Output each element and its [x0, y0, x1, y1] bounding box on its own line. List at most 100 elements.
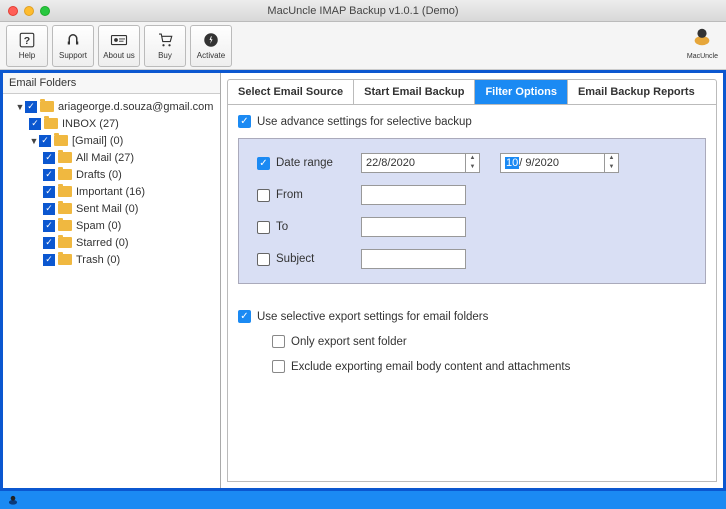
tree-gmail[interactable]: ▼ [Gmail] (0): [5, 132, 218, 149]
folder-icon: [58, 169, 72, 180]
support-icon: [64, 31, 82, 49]
exclude-label: Exclude exporting email body content and…: [291, 361, 570, 373]
sidebar-header: Email Folders: [3, 73, 220, 94]
tab-email-source[interactable]: Select Email Source: [228, 80, 354, 104]
about-button[interactable]: About us: [98, 25, 140, 67]
checkbox[interactable]: [25, 101, 37, 113]
folder-icon: [58, 186, 72, 197]
subject-row: Subject: [257, 249, 687, 269]
tree-inbox[interactable]: INBOX (27): [5, 115, 218, 132]
tab-start-backup[interactable]: Start Email Backup: [354, 80, 475, 104]
to-input[interactable]: [361, 217, 466, 237]
brand-label: MacUncle: [687, 53, 718, 60]
to-checkbox[interactable]: [257, 221, 270, 234]
tree-trash[interactable]: Trash (0): [5, 251, 218, 268]
to-label: To: [276, 221, 361, 233]
from-row: From: [257, 185, 687, 205]
checkbox[interactable]: [43, 254, 55, 266]
checkbox[interactable]: [43, 169, 55, 181]
activate-label: Activate: [197, 51, 225, 60]
window-title: MacUncle IMAP Backup v1.0.1 (Demo): [0, 5, 726, 17]
svg-text:?: ?: [24, 35, 30, 47]
support-button[interactable]: Support: [52, 25, 94, 67]
folder-icon: [58, 220, 72, 231]
checkbox[interactable]: [43, 152, 55, 164]
bottom-bar: [0, 491, 726, 509]
selective-export-section: Use selective export settings for email …: [238, 310, 706, 373]
selective-export-row: Use selective export settings for email …: [238, 310, 706, 323]
tab-filter-options[interactable]: Filter Options: [475, 80, 568, 104]
help-label: Help: [19, 51, 35, 60]
folder-label: Sent Mail (0): [76, 203, 138, 215]
brand-logo: MacUncle: [687, 26, 718, 60]
subject-checkbox[interactable]: [257, 253, 270, 266]
about-icon: [110, 31, 128, 49]
folder-icon: [40, 101, 54, 112]
subject-input[interactable]: [361, 249, 466, 269]
sidebar: Email Folders ▼ ariageorge.d.souza@gmail…: [3, 73, 221, 488]
selective-export-checkbox[interactable]: [238, 310, 251, 323]
only-sent-label: Only export sent folder: [291, 336, 407, 348]
help-icon: ?: [18, 31, 36, 49]
main-panel: Select Email Source Start Email Backup F…: [221, 73, 723, 488]
folder-icon: [58, 152, 72, 163]
date-to-spinner[interactable]: ▲▼: [605, 153, 619, 173]
titlebar: MacUncle IMAP Backup v1.0.1 (Demo): [0, 0, 726, 22]
caret-icon[interactable]: ▼: [29, 136, 39, 146]
activate-icon: [202, 31, 220, 49]
date-range-checkbox[interactable]: [257, 157, 270, 170]
bottom-logo-icon: [6, 493, 20, 507]
cart-icon: [156, 31, 174, 49]
subject-label: Subject: [276, 253, 361, 265]
folder-icon: [58, 203, 72, 214]
main-frame: Email Folders ▼ ariageorge.d.souza@gmail…: [0, 70, 726, 491]
folder-icon: [58, 254, 72, 265]
support-label: Support: [59, 51, 87, 60]
date-to-input[interactable]: 10/ 9/2020: [500, 153, 605, 173]
folder-tree: ▼ ariageorge.d.souza@gmail.com INBOX (27…: [3, 94, 220, 488]
tree-starred[interactable]: Starred (0): [5, 234, 218, 251]
buy-button[interactable]: Buy: [144, 25, 186, 67]
folder-label: All Mail (27): [76, 152, 134, 164]
from-checkbox[interactable]: [257, 189, 270, 202]
advance-checkbox[interactable]: [238, 115, 251, 128]
tree-account[interactable]: ▼ ariageorge.d.souza@gmail.com: [5, 98, 218, 115]
checkbox[interactable]: [43, 237, 55, 249]
folder-label: Important (16): [76, 186, 145, 198]
exclude-row: Exclude exporting email body content and…: [272, 360, 706, 373]
from-input[interactable]: [361, 185, 466, 205]
only-sent-checkbox[interactable]: [272, 335, 285, 348]
from-label: From: [276, 189, 361, 201]
checkbox[interactable]: [29, 118, 41, 130]
checkbox[interactable]: [43, 186, 55, 198]
tree-allmail[interactable]: All Mail (27): [5, 149, 218, 166]
checkbox[interactable]: [43, 220, 55, 232]
to-row: To: [257, 217, 687, 237]
tree-important[interactable]: Important (16): [5, 183, 218, 200]
activate-button[interactable]: Activate: [190, 25, 232, 67]
checkbox[interactable]: [43, 203, 55, 215]
date-range-row: Date range 22/ 8/2020 ▲▼ 10/ 9/2020 ▲▼: [257, 153, 687, 173]
date-range-label: Date range: [276, 157, 361, 169]
filter-box: Date range 22/ 8/2020 ▲▼ 10/ 9/2020 ▲▼ F…: [238, 138, 706, 284]
tree-sent[interactable]: Sent Mail (0): [5, 200, 218, 217]
help-button[interactable]: ? Help: [6, 25, 48, 67]
selective-export-label: Use selective export settings for email …: [257, 311, 488, 323]
checkbox[interactable]: [39, 135, 51, 147]
folder-label: Drafts (0): [76, 169, 122, 181]
date-from-spinner[interactable]: ▲▼: [466, 153, 480, 173]
tab-content: Use advance settings for selective backu…: [227, 105, 717, 482]
only-sent-row: Only export sent folder: [272, 335, 706, 348]
toolbar: ? Help Support About us Buy Activate Mac…: [0, 22, 726, 70]
buy-label: Buy: [158, 51, 172, 60]
date-from-input[interactable]: 22/ 8/2020: [361, 153, 466, 173]
account-label: ariageorge.d.souza@gmail.com: [58, 101, 213, 113]
tab-bar: Select Email Source Start Email Backup F…: [227, 79, 717, 105]
tree-spam[interactable]: Spam (0): [5, 217, 218, 234]
exclude-checkbox[interactable]: [272, 360, 285, 373]
folder-label: Starred (0): [76, 237, 129, 249]
folder-label: INBOX (27): [62, 118, 119, 130]
tree-drafts[interactable]: Drafts (0): [5, 166, 218, 183]
tab-reports[interactable]: Email Backup Reports: [568, 80, 716, 104]
caret-icon[interactable]: ▼: [15, 102, 25, 112]
